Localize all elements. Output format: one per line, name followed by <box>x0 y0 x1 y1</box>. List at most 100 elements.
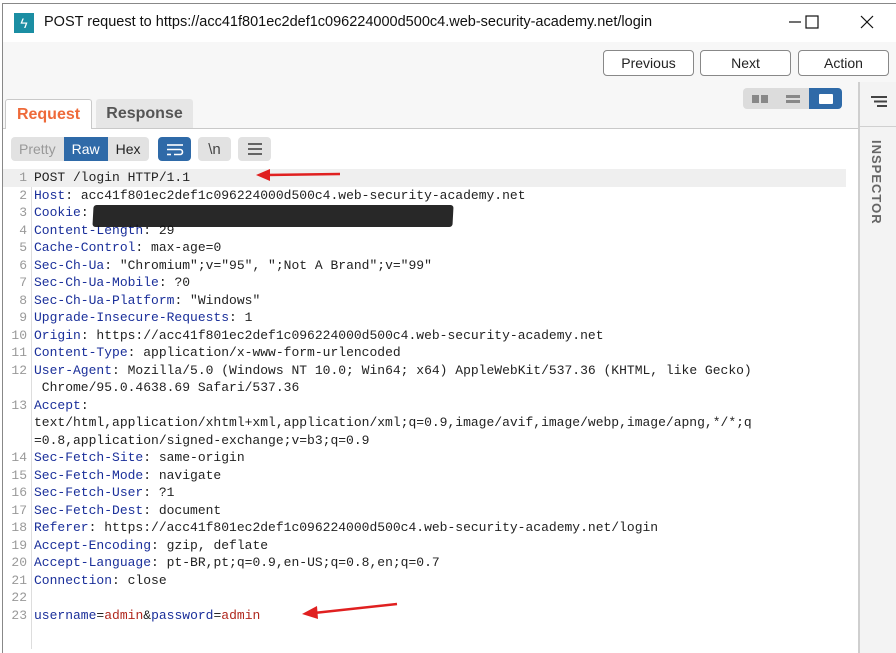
tab-response[interactable]: Response <box>96 99 193 128</box>
tab-request[interactable]: Request <box>5 99 92 130</box>
header-value: https://acc41f801ec2def1c096224000d500c4… <box>104 520 659 535</box>
line-number: 15 <box>11 467 27 483</box>
param-separator: & <box>143 607 152 623</box>
line-text: =0.8,application/signed-exchange;v=b3;q=… <box>34 432 370 448</box>
show-newlines-button[interactable]: \n <box>198 137 231 161</box>
header-separator: : <box>151 537 167 553</box>
message-editor-window: ϟ POST request to https://acc41f801ec2de… <box>2 3 896 653</box>
body-param-name: password <box>151 607 214 623</box>
line-text: Upgrade-Insecure-Requests: 1 <box>34 310 252 325</box>
view-pretty-button[interactable]: Pretty <box>11 137 64 161</box>
request-line: 6 Sec-Ch-Ua: "Chromium";v="95", ";Not A B… <box>3 257 858 275</box>
view-mode-toolbar: Pretty Raw Hex <box>11 137 149 161</box>
header-separator: : <box>143 450 159 465</box>
header-value: gzip, deflate <box>166 537 269 553</box>
request-line: 16 Sec-Fetch-User: ?1 <box>3 484 858 502</box>
line-number: 23 <box>11 607 27 623</box>
message-tabs: Request Response <box>3 96 859 130</box>
header-value: https://acc41f801ec2def1c096224000d500c4… <box>96 327 604 343</box>
inspector-menu-button[interactable] <box>870 94 888 113</box>
header-name: Accept-Encoding <box>34 537 152 553</box>
header-value: acc41f801ec2def1c096224000d500c4.web-sec… <box>80 187 526 203</box>
line-text: Sec-Fetch-Mode: navigate <box>34 468 221 483</box>
line-number: 17 <box>11 502 27 518</box>
request-line: 20 Accept-Language: pt-BR,pt;q=0.9,en-US;… <box>3 554 858 572</box>
header-name: Content-Type <box>34 345 128 360</box>
line-number: 7 <box>19 275 27 290</box>
request-line: 7 Sec-Ch-Ua-Mobile: ?0 <box>3 274 858 292</box>
line-number: 9 <box>19 310 27 325</box>
line-text: text/html,application/xhtml+xml,applicat… <box>34 415 752 430</box>
header-separator: : <box>143 485 159 500</box>
request-line: 8 Sec-Ch-Ua-Platform: "Windows" <box>3 292 858 310</box>
editor-menu-button[interactable] <box>238 137 271 161</box>
header-separator: : <box>143 502 159 518</box>
line-number: 10 <box>11 327 27 343</box>
close-button[interactable] <box>852 10 882 36</box>
request-line-continuation: Chrome/95.0.4638.69 Safari/537.36 <box>3 379 858 397</box>
header-value: application/x-www-form-urlencoded <box>143 345 401 360</box>
previous-button[interactable]: Previous <box>603 50 694 76</box>
header-value: "Chromium";v="95", ";Not A Brand";v="99" <box>119 257 432 273</box>
line-text: Origin: https://acc41f801ec2def1c0962240… <box>34 328 604 343</box>
header-value: ?1 <box>158 485 175 500</box>
line-text: Accept-Encoding: gzip, deflate <box>34 538 268 553</box>
header-name: Cache-Control <box>34 240 136 255</box>
line-text: Sec-Ch-Ua-Platform: "Windows" <box>34 293 260 308</box>
close-icon <box>860 15 874 29</box>
request-line: 1 POST /login HTTP/1.1 <box>3 169 846 187</box>
line-number: 4 <box>19 222 27 238</box>
header-separator: : <box>80 397 97 413</box>
word-wrap-icon <box>166 144 183 156</box>
body-param-name: username <box>34 607 97 623</box>
line-number: 22 <box>11 590 27 605</box>
line-number: 1 <box>19 170 27 185</box>
request-line: 9 Upgrade-Insecure-Requests: 1 <box>3 309 858 327</box>
line-text: Connection: close <box>34 573 167 588</box>
raw-request-text[interactable]: 1 POST /login HTTP/1.1 2 Host: acc41f801ec2… <box>3 169 858 649</box>
header-name: Cookie <box>34 205 81 220</box>
action-button[interactable]: Action <box>798 50 889 76</box>
view-hex-button[interactable]: Hex <box>107 137 149 161</box>
header-name: Sec-Fetch-Site <box>34 450 144 465</box>
request-line: 13 Accept: <box>3 397 858 415</box>
line-number: 8 <box>19 292 27 308</box>
header-separator: : <box>174 292 191 308</box>
line-number: 19 <box>11 537 27 553</box>
body-param-value: admin <box>104 607 144 623</box>
header-value: Mozilla/5.0 (Windows NT 10.0; Win64; x64… <box>127 362 752 378</box>
word-wrap-button[interactable] <box>158 137 191 161</box>
header-name: Accept <box>34 397 81 413</box>
line-text: username=admin&password=admin <box>34 608 260 623</box>
view-mode-segmented: Pretty Raw Hex <box>11 137 149 161</box>
header-name: Sec-Fetch-User <box>34 485 144 500</box>
request-editor: Pretty Raw Hex \n 1 POST /login HTTP/1.1 2… <box>3 129 858 653</box>
inspector-toggle[interactable]: INSPECTOR <box>869 140 884 225</box>
header-separator: : <box>143 467 159 483</box>
header-separator: : <box>229 310 245 325</box>
request-line-text: POST /login HTTP/1.1 <box>34 170 191 185</box>
line-text: Sec-Ch-Ua: "Chromium";v="95", ";Not A Br… <box>34 258 432 273</box>
filter-lines-icon <box>871 96 887 107</box>
line-number: 21 <box>11 572 27 588</box>
line-text: Host: acc41f801ec2def1c096224000d500c4.w… <box>34 188 526 203</box>
next-button[interactable]: Next <box>700 50 791 76</box>
header-value: close <box>127 572 167 588</box>
header-value: "Windows" <box>190 292 261 308</box>
view-raw-button[interactable]: Raw <box>63 137 108 161</box>
line-text: POST /login HTTP/1.1 <box>34 170 190 185</box>
request-line: 11 Content-Type: application/x-www-form-u… <box>3 344 858 362</box>
request-line: 12 User-Agent: Mozilla/5.0 (Windows NT 10… <box>3 362 858 380</box>
maximize-button[interactable] <box>797 10 827 36</box>
header-value: max-age=0 <box>151 240 222 255</box>
header-separator: : <box>112 572 128 588</box>
header-separator: : <box>65 187 81 203</box>
line-text: Cache-Control: max-age=0 <box>34 240 221 255</box>
header-value: ?0 <box>174 275 191 290</box>
line-number: 13 <box>11 397 27 413</box>
line-text: Accept: <box>34 398 96 413</box>
line-text: Sec-Fetch-User: ?1 <box>34 485 174 500</box>
header-separator: : <box>135 240 152 255</box>
line-number: 14 <box>11 450 27 465</box>
header-name: Referer <box>34 520 89 535</box>
